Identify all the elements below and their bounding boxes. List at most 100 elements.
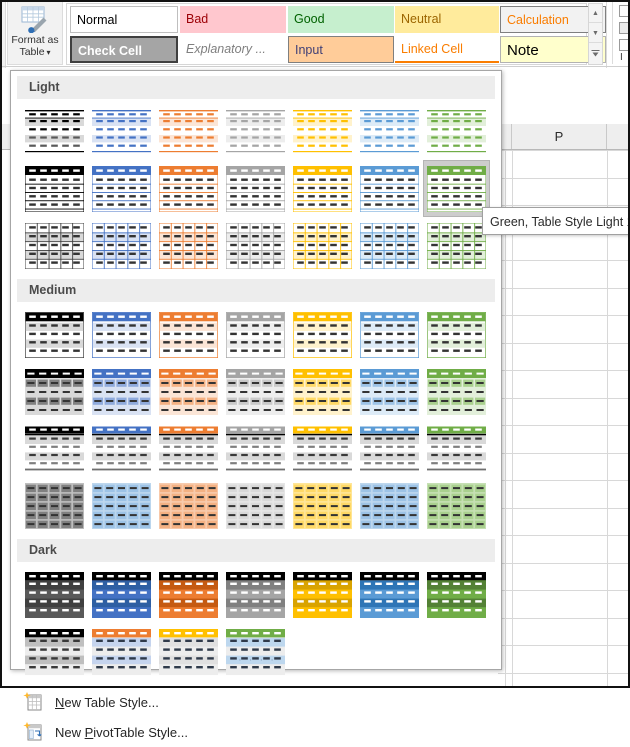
format-cells-icon[interactable]: [619, 39, 630, 51]
table-style-swatch[interactable]: [356, 160, 423, 217]
table-style-swatch[interactable]: [88, 623, 155, 680]
format-as-table-label-2-text: Table: [19, 46, 44, 58]
cell-style-linked-cell[interactable]: Linked Cell: [395, 36, 499, 63]
table-style-medium-7-icon: [427, 312, 486, 358]
table-style-swatch[interactable]: [423, 477, 490, 534]
table-style-swatch[interactable]: [289, 160, 356, 217]
menu-item-new-pivottable-style[interactable]: New PivotTable Style...: [11, 717, 501, 747]
table-style-swatch[interactable]: [88, 306, 155, 363]
gridline-horizontal: [498, 288, 630, 289]
cell-styles-row-1: NormalBadGoodNeutralCalculation: [68, 5, 586, 34]
cell-style-bad[interactable]: Bad: [180, 6, 286, 33]
cell-styles-gallery[interactable]: NormalBadGoodNeutralCalculation Check Ce…: [66, 3, 587, 65]
table-style-medium-11-icon: [226, 369, 285, 415]
table-style-swatch[interactable]: [356, 566, 423, 623]
table-style-swatch[interactable]: [289, 217, 356, 274]
chevron-down-icon[interactable]: ▾: [47, 48, 51, 57]
table-style-swatch[interactable]: [356, 420, 423, 477]
table-style-medium-14-icon: [427, 369, 486, 415]
new-pivottable-style-icon: [23, 722, 45, 742]
gallery-grid-light: [11, 99, 501, 274]
table-style-swatch[interactable]: [356, 477, 423, 534]
table-style-light-17-icon: [159, 223, 218, 269]
cell-style-check-cell[interactable]: Check Cell: [70, 36, 178, 63]
cell-styles-scroll-column[interactable]: ▲ ▼: [588, 3, 603, 65]
insert-cells-icon[interactable]: [619, 5, 630, 17]
table-style-swatch[interactable]: [423, 103, 490, 160]
table-style-swatch[interactable]: [356, 363, 423, 420]
cell-style-input[interactable]: Input: [288, 36, 394, 63]
cell-style-explanatory[interactable]: Explanatory ...: [180, 36, 286, 63]
table-style-medium-28-icon: [427, 483, 486, 529]
table-style-swatch[interactable]: [423, 420, 490, 477]
table-style-swatch[interactable]: [289, 566, 356, 623]
format-as-table-button[interactable]: Format as Table▾: [7, 1, 63, 65]
table-style-swatch[interactable]: [155, 420, 222, 477]
table-style-swatch[interactable]: [155, 477, 222, 534]
table-style-swatch[interactable]: [222, 103, 289, 160]
table-style-swatch[interactable]: [155, 160, 222, 217]
table-style-swatch[interactable]: [88, 160, 155, 217]
table-style-swatch[interactable]: [88, 103, 155, 160]
table-style-swatch[interactable]: [155, 306, 222, 363]
table-style-swatch[interactable]: [88, 477, 155, 534]
gridline-horizontal: [498, 425, 630, 426]
table-style-swatch[interactable]: [289, 363, 356, 420]
table-style-swatch[interactable]: [222, 217, 289, 274]
table-style-swatch[interactable]: [423, 160, 490, 217]
cell-style-normal[interactable]: Normal: [70, 6, 178, 33]
table-style-swatch[interactable]: [88, 217, 155, 274]
cell-style-good[interactable]: Good: [288, 6, 394, 33]
table-style-swatch[interactable]: [423, 306, 490, 363]
table-style-swatch[interactable]: [222, 566, 289, 623]
table-styles-gallery-dropdown[interactable]: LightMediumDark New Table Style...New Pi…: [10, 70, 502, 670]
gridline-horizontal: [498, 618, 630, 619]
scroll-down-button[interactable]: ▼: [589, 24, 602, 43]
table-style-swatch[interactable]: [289, 103, 356, 160]
table-style-swatch[interactable]: [21, 363, 88, 420]
table-style-swatch[interactable]: [423, 217, 490, 274]
table-style-swatch[interactable]: [289, 306, 356, 363]
table-style-swatch[interactable]: [289, 477, 356, 534]
table-style-light-2-icon: [92, 109, 151, 155]
table-style-swatch[interactable]: [155, 217, 222, 274]
new-table-style-icon: [23, 692, 45, 712]
table-style-swatch[interactable]: [356, 103, 423, 160]
table-style-swatch[interactable]: [88, 363, 155, 420]
table-style-swatch[interactable]: [155, 103, 222, 160]
table-style-light-18-icon: [226, 223, 285, 269]
table-style-swatch[interactable]: [155, 363, 222, 420]
ribbon-partial-group-right[interactable]: I: [606, 0, 630, 68]
table-style-swatch[interactable]: [21, 103, 88, 160]
more-styles-button[interactable]: [589, 44, 602, 63]
delete-cells-icon[interactable]: [619, 22, 630, 34]
table-style-swatch[interactable]: [222, 623, 289, 680]
menu-item-new-table-style[interactable]: New Table Style...: [11, 687, 501, 717]
gridline-horizontal: [498, 260, 630, 261]
table-style-swatch[interactable]: [21, 217, 88, 274]
table-style-swatch[interactable]: [356, 217, 423, 274]
table-style-swatch[interactable]: [356, 306, 423, 363]
table-style-swatch[interactable]: [423, 566, 490, 623]
table-style-swatch[interactable]: [289, 420, 356, 477]
table-style-swatch[interactable]: [88, 420, 155, 477]
table-style-swatch[interactable]: [222, 363, 289, 420]
table-style-swatch[interactable]: [21, 160, 88, 217]
table-style-swatch[interactable]: [222, 477, 289, 534]
table-style-swatch[interactable]: [222, 306, 289, 363]
table-style-swatch[interactable]: [21, 623, 88, 680]
table-style-swatch[interactable]: [88, 566, 155, 623]
cell-style-neutral[interactable]: Neutral: [395, 6, 499, 33]
scroll-up-button[interactable]: ▲: [589, 4, 602, 23]
table-style-swatch[interactable]: [222, 160, 289, 217]
table-style-swatch[interactable]: [21, 420, 88, 477]
table-style-swatch[interactable]: [423, 363, 490, 420]
table-style-swatch[interactable]: [155, 623, 222, 680]
table-style-swatch[interactable]: [21, 566, 88, 623]
resize-grip[interactable]: · · · ·: [11, 654, 503, 666]
table-style-swatch[interactable]: [155, 566, 222, 623]
table-style-swatch[interactable]: [21, 477, 88, 534]
table-style-swatch[interactable]: [21, 306, 88, 363]
table-style-light-8-icon: [25, 166, 84, 212]
table-style-swatch[interactable]: [222, 420, 289, 477]
